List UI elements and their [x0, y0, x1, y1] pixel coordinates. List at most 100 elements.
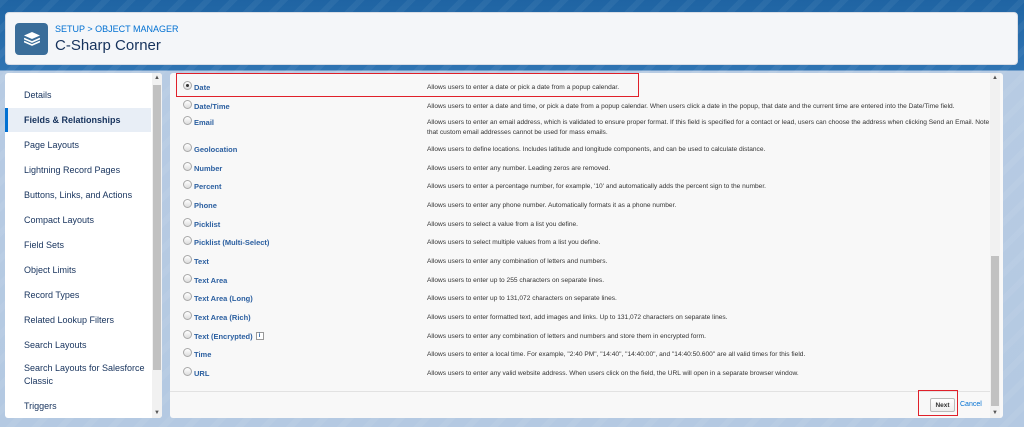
sidebar-scrollbar[interactable]: ▲ ▼ — [152, 73, 162, 418]
field-type-option[interactable]: Text — [170, 255, 427, 266]
info-icon[interactable]: i — [255, 332, 264, 341]
field-type-description: Allows users to enter any combination of… — [427, 258, 608, 265]
sidebar-item-related-lookup-filters[interactable]: Related Lookup Filters — [5, 314, 151, 327]
field-type-option[interactable]: Text Area — [170, 273, 427, 285]
field-type-label: Picklist (Multi-Select) — [194, 238, 270, 248]
next-button[interactable]: Next — [930, 398, 955, 412]
scroll-down-icon[interactable]: ▼ — [152, 410, 162, 416]
radio-button[interactable] — [183, 116, 192, 126]
field-type-row: Picklist (Multi-Select) Allows users to s… — [170, 234, 990, 253]
radio-button[interactable] — [183, 348, 192, 358]
radio-button[interactable] — [183, 217, 192, 227]
sidebar-item-record-types[interactable]: Record Types — [5, 289, 151, 302]
field-type-row: Text Area Allows users to enter up to 255… — [170, 272, 990, 291]
radio-button[interactable] — [183, 198, 192, 208]
field-type-label: Text Area (Long) — [194, 294, 253, 304]
field-type-label: Text — [194, 257, 209, 266]
sidebar-item-search-layouts-for-salesforce-classic[interactable]: Search Layouts for Salesforce Classic — [5, 362, 151, 388]
field-type-row: Email Allows users to enter an email addr… — [170, 116, 990, 141]
field-type-option[interactable]: URL — [170, 367, 427, 379]
field-type-description: Allows users to define locations. Includ… — [427, 145, 766, 153]
field-type-description: Allows users to enter any number. Leadin… — [427, 164, 611, 172]
sidebar-item-page-layouts[interactable]: Page Layouts — [5, 139, 151, 152]
field-type-option[interactable]: Text (Encrypted) i — [170, 329, 427, 341]
field-type-description: Allows users to enter a date and time, o… — [427, 102, 955, 110]
field-type-description: Allows users to enter any combination of… — [427, 332, 706, 340]
radio-button[interactable] — [183, 180, 192, 190]
field-type-description: Allows users to enter any phone number. … — [427, 201, 677, 209]
sidebar-item-details[interactable]: Details — [5, 89, 151, 102]
sidebar-item-lightning-record-pages[interactable]: Lightning Record Pages — [5, 164, 151, 177]
cancel-link[interactable]: Cancel — [960, 401, 982, 408]
field-type-label: Date/Time — [194, 101, 230, 111]
field-type-description: Allows users to enter formatted text, ad… — [427, 314, 728, 322]
field-type-label: Email — [194, 118, 215, 128]
page-title: C-Sharp Corner — [55, 37, 161, 54]
sidebar-item-field-sets[interactable]: Field Sets — [5, 239, 151, 252]
field-type-description: Allows users to select a value from a li… — [427, 220, 578, 228]
field-type-description: Allows users to select multiple values f… — [427, 239, 601, 247]
radio-button[interactable] — [183, 311, 192, 321]
field-type-option[interactable]: Date/Time — [170, 99, 427, 111]
field-type-option[interactable]: Number — [170, 161, 427, 173]
sidebar-item-fields-relationships[interactable]: Fields & Relationships — [5, 108, 151, 132]
scrollbar-thumb[interactable] — [991, 256, 999, 406]
field-type-option[interactable]: Picklist — [170, 217, 427, 229]
field-type-label: Phone — [194, 200, 217, 210]
divider — [170, 391, 990, 392]
radio-button[interactable] — [183, 292, 192, 302]
field-type-option[interactable]: Percent — [170, 180, 427, 192]
field-type-description: Allows users to enter up to 131,072 char… — [427, 295, 617, 303]
radio-button[interactable] — [183, 367, 192, 377]
field-type-row: Text Area (Long) Allows users to enter up… — [170, 290, 990, 309]
field-type-row: Phone Allows users to enter any phone num… — [170, 197, 990, 216]
sidebar-item-triggers[interactable]: Triggers — [5, 400, 151, 413]
radio-button[interactable] — [183, 273, 192, 283]
radio-button[interactable] — [183, 161, 192, 171]
sidebar-item-search-layouts[interactable]: Search Layouts — [5, 339, 151, 352]
field-type-row: Percent Allows users to enter a percentag… — [170, 178, 990, 197]
breadcrumb[interactable]: SETUP > OBJECT MANAGER — [55, 24, 178, 34]
sidebar-item-object-limits[interactable]: Object Limits — [5, 264, 151, 277]
field-type-label: Text (Encrypted) — [194, 331, 253, 341]
sidebar: Details Fields & Relationships Page Layout… — [5, 73, 162, 418]
field-type-row: Text (Encrypted) i Allows users to enter a… — [170, 328, 990, 347]
field-type-option[interactable]: Text Area (Long) — [170, 292, 427, 304]
field-type-row: Date/Time Allows users to enter a date an… — [170, 98, 990, 117]
main-scrollbar[interactable]: ▲ ▼ — [990, 73, 1000, 418]
field-type-option[interactable]: Text Area (Rich) — [170, 311, 427, 322]
layers-icon — [15, 23, 48, 55]
field-type-label: Picklist — [194, 219, 221, 229]
field-type-row: Picklist Allows users to select a value f… — [170, 216, 990, 235]
radio-button[interactable] — [183, 236, 192, 246]
radio-button[interactable] — [183, 329, 192, 339]
radio-button[interactable] — [183, 142, 192, 152]
field-type-label: Text Area — [194, 275, 228, 285]
scroll-down-icon[interactable]: ▼ — [990, 410, 1000, 416]
sidebar-item-compact-layouts[interactable]: Compact Layouts — [5, 214, 151, 227]
field-type-label: Number — [194, 163, 223, 173]
field-type-description: Allows users to enter a percentage numbe… — [427, 183, 766, 191]
field-type-description: Allows users to enter any valid website … — [427, 370, 799, 378]
sidebar-item-buttons-links-and-actions[interactable]: Buttons, Links, and Actions — [5, 189, 151, 202]
field-type-row: Geolocation Allows users to define locati… — [170, 141, 990, 160]
field-type-option[interactable]: Time — [170, 348, 427, 359]
field-type-description: Allows users to enter up to 255 characte… — [427, 276, 605, 284]
scrollbar-thumb[interactable] — [153, 85, 161, 370]
scroll-up-icon[interactable]: ▲ — [990, 75, 1000, 81]
field-type-option[interactable]: Email — [170, 116, 427, 128]
radio-button[interactable] — [183, 255, 192, 264]
field-type-option[interactable]: Geolocation — [170, 142, 427, 154]
field-type-option[interactable]: Picklist (Multi-Select) — [170, 236, 427, 248]
field-type-label: URL — [194, 369, 210, 379]
object-header: SETUP > OBJECT MANAGER C-Sharp Corner — [5, 12, 1018, 65]
date-highlight-box — [176, 73, 639, 97]
field-type-row: Text Area (Rich) Allows users to enter fo… — [170, 309, 990, 328]
field-type-row: Number Allows users to enter any number. … — [170, 160, 990, 179]
field-type-row: URL Allows users to enter any valid websi… — [170, 365, 990, 384]
radio-button[interactable] — [183, 99, 192, 109]
scroll-up-icon[interactable]: ▲ — [152, 75, 162, 81]
field-type-description: Allows users to enter an email address, … — [427, 119, 990, 136]
field-type-option[interactable]: Phone — [170, 198, 427, 210]
field-type-label: Percent — [194, 182, 222, 192]
